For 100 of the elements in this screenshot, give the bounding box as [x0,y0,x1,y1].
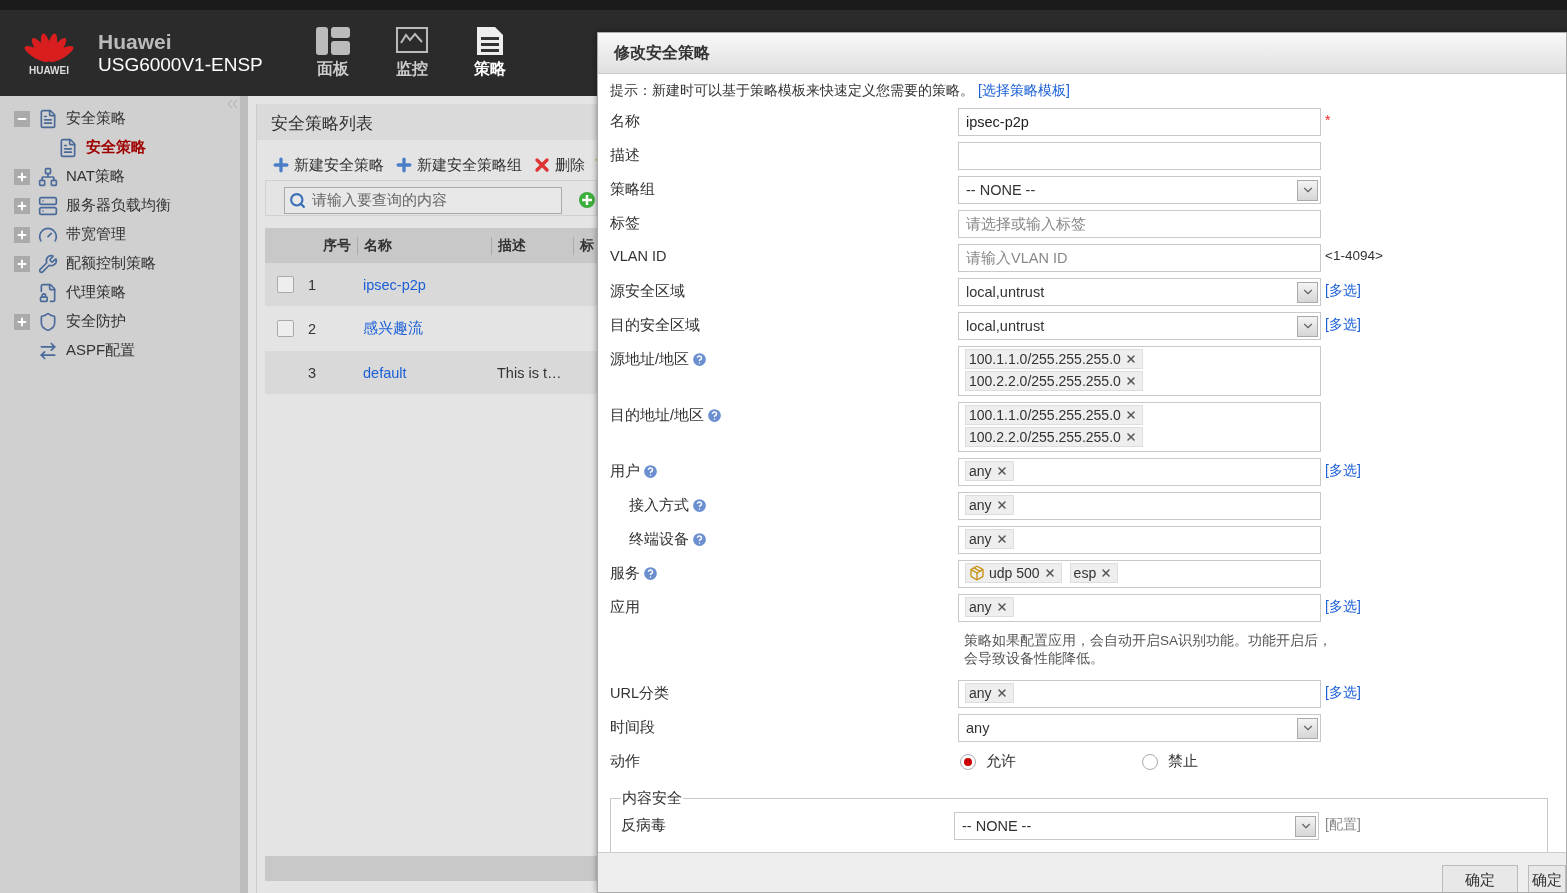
file-lock-icon [38,282,58,303]
field-label: URL分类 [610,684,669,703]
network-icon [38,166,58,187]
sidebar-item[interactable]: 服务器负载均衡 [66,196,171,215]
sidebar-item[interactable]: 安全策略 [86,138,146,157]
tag-field[interactable]: any [958,594,1321,622]
text-field[interactable]: ipsec-p2p [958,108,1321,136]
expand-toggle[interactable] [14,313,30,330]
expand-toggle[interactable] [14,197,30,214]
text-field[interactable] [958,142,1321,170]
panel-title: 安全策略列表 [257,104,597,140]
search-field[interactable]: 请输入要查询的内容 [284,186,563,214]
help-icon[interactable] [642,463,659,480]
dropdown-button[interactable] [1295,815,1316,837]
radio-option[interactable]: 允许 [958,752,1140,771]
tag-field[interactable]: any [958,680,1321,708]
remove-icon[interactable] [995,687,1008,699]
column-header[interactable]: 描述 [491,236,573,255]
remove-icon[interactable] [995,533,1008,545]
checkbox[interactable] [277,276,294,293]
remove-icon[interactable] [1043,567,1056,579]
collapse-toggle[interactable] [14,110,30,127]
section-title: 内容安全 [621,789,683,808]
wrench-icon [38,253,58,274]
add-icon [271,155,291,175]
toolbar-button[interactable]: 新建安全策略 [271,150,384,180]
expand-toggle[interactable] [14,255,30,272]
column-header[interactable]: 序号 [265,236,357,255]
dropdown[interactable]: local,untrust [958,312,1321,340]
remove-icon[interactable] [995,499,1008,511]
sidebar-item[interactable]: 代理策略 [66,283,126,302]
tag: 100.2.2.0/255.255.255.0 [965,427,1143,447]
tag-field[interactable]: any [958,526,1321,554]
sidebar-item[interactable]: 安全策略 [66,109,126,128]
template-link[interactable]: [选择策略模板] [978,82,1070,98]
sidebar-item[interactable]: ASPF配置 [66,341,136,360]
toolbar-button[interactable]: 删除 [532,150,585,180]
remove-icon[interactable] [995,601,1008,613]
toolbar-button[interactable]: 新建安全策略组 [394,150,522,180]
config-link[interactable]: [配置] [1325,816,1361,834]
multi-select-link[interactable]: [多选] [1325,684,1361,702]
column-header[interactable]: 名称 [357,236,491,255]
field-label: 终端设备 [629,530,689,549]
field-label: 标签 [610,214,640,233]
policy-link[interactable]: ipsec-p2p [357,276,491,293]
text-field[interactable]: 请输入VLAN ID [958,244,1321,272]
add-icon[interactable] [578,191,596,209]
tag: 100.2.2.0/255.255.255.0 [965,371,1143,391]
tag: esp [1069,563,1119,583]
dropdown-button[interactable] [1297,179,1318,201]
device-model: USG6000V1-ENSP [98,54,264,76]
confirm-button[interactable]: 确定 [1528,865,1566,892]
text-field[interactable]: 请选择或输入标签 [958,210,1321,238]
sidebar-item[interactable]: NAT策略 [66,167,125,186]
dropdown[interactable]: -- NONE -- [954,812,1319,840]
dropdown-button[interactable] [1297,281,1318,303]
remove-icon[interactable] [1124,375,1137,387]
search-icon [289,191,306,209]
remove-icon[interactable] [995,465,1008,477]
tag-field[interactable]: 100.1.1.0/255.255.255.0 100.2.2.0/255.255.255.0 [958,402,1321,452]
field-label: 描述 [610,146,640,165]
tag-field[interactable]: udp 500 esp [958,560,1321,588]
expand-toggle[interactable] [14,168,30,185]
multi-select-link[interactable]: [多选] [1325,316,1361,334]
remove-icon[interactable] [1124,353,1137,365]
tag-field[interactable]: any [958,458,1321,486]
dropdown[interactable]: any [958,714,1321,742]
multi-select-link[interactable]: [多选] [1325,598,1361,616]
help-icon[interactable] [691,351,709,368]
dropdown[interactable]: -- NONE -- [958,176,1321,204]
radio-option[interactable]: 禁止 [1139,752,1321,771]
dropdown-button[interactable] [1297,717,1318,739]
help-icon[interactable] [706,407,724,424]
sidebar-item[interactable]: 带宽管理 [66,225,126,244]
sidebar-item[interactable]: 安全防护 [66,312,126,331]
remove-icon[interactable] [1100,567,1113,579]
expand-toggle[interactable] [14,226,30,243]
multi-select-link[interactable]: [多选] [1325,282,1361,300]
dialog-title: 修改安全策略 [598,33,1566,73]
nav-tab[interactable]: 策略 [474,26,506,80]
remove-icon[interactable] [1124,431,1137,443]
nav-tab[interactable]: 面板 [316,26,350,80]
nav-tab[interactable]: 监控 [396,26,428,80]
help-icon[interactable] [691,531,708,548]
tag: any [965,529,1014,549]
checkbox[interactable] [277,320,294,337]
remove-icon[interactable] [1124,409,1137,421]
dropdown[interactable]: local,untrust [958,278,1321,306]
table-cell-text: 1 [307,276,317,293]
dropdown-button[interactable] [1297,315,1318,337]
field-label: 源地址/地区 [610,350,690,369]
tag-field[interactable]: any [958,492,1321,520]
multi-select-link[interactable]: [多选] [1325,462,1361,480]
help-icon[interactable] [642,565,659,582]
help-icon[interactable] [691,497,708,514]
tag-field[interactable]: 100.1.1.0/255.255.255.0 100.2.2.0/255.255.255.0 [958,346,1321,396]
confirm-button[interactable]: 确定 [1442,865,1518,892]
policy-link[interactable]: default [357,364,491,381]
sidebar-item[interactable]: 配额控制策略 [66,254,156,273]
policy-link[interactable]: 感兴趣流 [357,319,491,338]
